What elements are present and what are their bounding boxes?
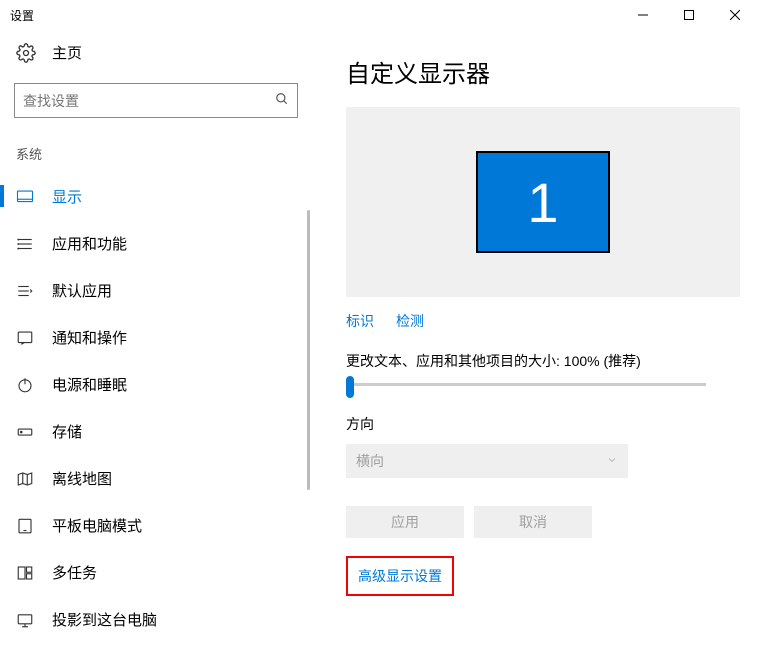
search-input[interactable] <box>14 83 298 118</box>
sidebar-item-label: 多任务 <box>52 562 97 583</box>
sidebar-item-label: 电源和睡眠 <box>52 374 127 395</box>
sidebar-item-display[interactable]: 显示 <box>0 173 312 220</box>
power-icon <box>16 376 34 394</box>
monitor-thumbnail[interactable]: 1 <box>476 151 610 253</box>
main-area: 主页 系统 显示 应用和功能 默认应用 <box>0 30 758 649</box>
sidebar-item-multitask[interactable]: 多任务 <box>0 549 312 596</box>
sidebar-item-default-apps[interactable]: 默认应用 <box>0 267 312 314</box>
minimize-button[interactable] <box>620 0 666 30</box>
home-label: 主页 <box>52 42 82 63</box>
detect-link[interactable]: 检测 <box>396 311 424 331</box>
home-button[interactable]: 主页 <box>0 30 312 77</box>
sidebar-item-label: 投影到这台电脑 <box>52 609 157 630</box>
slider-thumb[interactable] <box>346 376 354 398</box>
nav-list: 显示 应用和功能 默认应用 通知和操作 电源和睡眠 存储 <box>0 173 312 630</box>
sidebar-item-power[interactable]: 电源和睡眠 <box>0 361 312 408</box>
window-title: 设置 <box>10 7 34 24</box>
content-pane: 自定义显示器 1 标识 检测 更改文本、应用和其他项目的大小: 100% (推荐… <box>312 30 758 649</box>
advanced-display-settings-link[interactable]: 高级显示设置 <box>358 568 442 584</box>
sidebar-item-label: 显示 <box>52 186 82 207</box>
advanced-highlight-box: 高级显示设置 <box>346 556 454 596</box>
titlebar: 设置 <box>0 0 758 30</box>
sidebar-item-label: 离线地图 <box>52 468 112 489</box>
cancel-button[interactable]: 取消 <box>474 506 592 538</box>
scale-label: 更改文本、应用和其他项目的大小: 100% (推荐) <box>346 351 740 371</box>
maps-icon <box>16 470 34 488</box>
storage-icon <box>16 423 34 441</box>
display-preview[interactable]: 1 <box>346 107 740 297</box>
apply-button[interactable]: 应用 <box>346 506 464 538</box>
scale-slider[interactable] <box>346 383 706 386</box>
active-indicator <box>0 185 4 207</box>
tablet-icon <box>16 517 34 535</box>
apps-icon <box>16 235 34 253</box>
sidebar-item-label: 存储 <box>52 421 82 442</box>
orientation-label: 方向 <box>346 414 740 434</box>
page-title: 自定义显示器 <box>346 54 740 89</box>
apply-cancel-row: 应用 取消 <box>346 506 740 538</box>
search-icon <box>275 92 289 109</box>
search-field[interactable] <box>23 93 275 109</box>
sidebar-item-apps[interactable]: 应用和功能 <box>0 220 312 267</box>
sidebar-item-storage[interactable]: 存储 <box>0 408 312 455</box>
scrollbar-thumb[interactable] <box>307 210 310 490</box>
sidebar-item-maps[interactable]: 离线地图 <box>0 455 312 502</box>
sidebar-item-label: 通知和操作 <box>52 327 127 348</box>
window-controls <box>620 0 758 30</box>
sidebar-item-label: 默认应用 <box>52 280 112 301</box>
monitor-id: 1 <box>527 170 558 235</box>
section-label: 系统 <box>0 126 312 173</box>
maximize-button[interactable] <box>666 0 712 30</box>
notifications-icon <box>16 329 34 347</box>
identify-link[interactable]: 标识 <box>346 311 374 331</box>
multitask-icon <box>16 564 34 582</box>
display-icon <box>16 188 34 206</box>
project-icon <box>16 611 34 629</box>
sidebar-item-project[interactable]: 投影到这台电脑 <box>0 596 312 630</box>
close-button[interactable] <box>712 0 758 30</box>
sidebar-item-label: 应用和功能 <box>52 233 127 254</box>
chevron-down-icon <box>606 453 618 469</box>
default-apps-icon <box>16 282 34 300</box>
orientation-value: 横向 <box>356 451 384 471</box>
identify-detect-row: 标识 检测 <box>346 311 740 331</box>
sidebar: 主页 系统 显示 应用和功能 默认应用 <box>0 30 312 649</box>
gear-icon <box>16 43 36 63</box>
orientation-select[interactable]: 横向 <box>346 444 628 478</box>
sidebar-item-notifications[interactable]: 通知和操作 <box>0 314 312 361</box>
sidebar-item-label: 平板电脑模式 <box>52 515 142 536</box>
sidebar-item-tablet[interactable]: 平板电脑模式 <box>0 502 312 549</box>
